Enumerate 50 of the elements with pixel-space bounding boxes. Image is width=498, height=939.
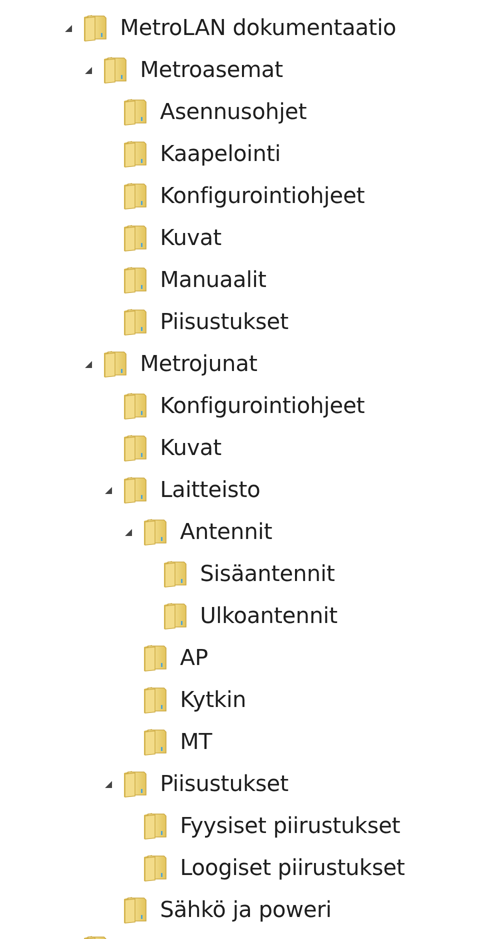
folder-label[interactable]: Laitteisto bbox=[160, 478, 260, 502]
folder-label[interactable]: Sähkö ja poweri bbox=[160, 898, 332, 922]
folder-label[interactable]: AP bbox=[180, 646, 208, 670]
folder-icon bbox=[142, 854, 168, 882]
folder-icon bbox=[142, 812, 168, 840]
folder-icon bbox=[142, 728, 168, 756]
folder-icon bbox=[142, 644, 168, 672]
folder-icon bbox=[122, 98, 148, 126]
folder-icon bbox=[142, 686, 168, 714]
collapse-arrow-icon[interactable] bbox=[64, 24, 72, 32]
folder-label[interactable]: Kuvat bbox=[160, 226, 222, 250]
folder-icon bbox=[122, 392, 148, 420]
folder-icon bbox=[122, 476, 148, 504]
folder-icon bbox=[122, 224, 148, 252]
folder-label[interactable]: Konfigurointiohjeet bbox=[160, 394, 365, 418]
collapse-arrow-icon[interactable] bbox=[84, 360, 92, 368]
collapse-arrow-icon[interactable] bbox=[84, 66, 92, 74]
folder-label[interactable]: Kaapelointi bbox=[160, 142, 281, 166]
folder-icon bbox=[122, 266, 148, 294]
folder-icon bbox=[102, 56, 128, 84]
folder-label[interactable]: Piisustukset bbox=[160, 310, 288, 334]
folder-icon bbox=[82, 14, 108, 42]
folder-icon bbox=[122, 182, 148, 210]
folder-label[interactable]: Asennusohjet bbox=[160, 100, 307, 124]
folder-icon bbox=[162, 602, 188, 630]
folder-icon bbox=[142, 518, 168, 546]
folder-icon bbox=[122, 140, 148, 168]
folder-icon bbox=[162, 560, 188, 588]
collapse-arrow-icon[interactable] bbox=[104, 780, 112, 788]
folder-icon bbox=[122, 434, 148, 462]
folder-label[interactable]: Manuaalit bbox=[160, 268, 266, 292]
folder-label[interactable]: Kuvat bbox=[160, 436, 222, 460]
folder-label[interactable]: MetroLAN dokumentaatio bbox=[120, 16, 396, 40]
collapse-arrow-icon[interactable] bbox=[104, 486, 112, 494]
collapse-arrow-icon[interactable] bbox=[124, 528, 132, 536]
folder-label[interactable]: Fyysiset piirustukset bbox=[180, 814, 400, 838]
folder-icon bbox=[102, 350, 128, 378]
folder-label[interactable]: Piisustukset bbox=[160, 772, 288, 796]
folder-label[interactable]: Metrojunat bbox=[140, 352, 258, 376]
folder-label[interactable]: Metroasemat bbox=[140, 58, 283, 82]
folder-icon bbox=[122, 308, 148, 336]
folder-label[interactable]: MT bbox=[180, 730, 212, 754]
folder-icon bbox=[122, 770, 148, 798]
folder-label[interactable]: Antennit bbox=[180, 520, 272, 544]
folder-label[interactable]: Ulkoantennit bbox=[200, 604, 338, 628]
folder-label[interactable]: Kytkin bbox=[180, 688, 246, 712]
folder-icon bbox=[122, 896, 148, 924]
folder-label[interactable]: Loogiset piirustukset bbox=[180, 856, 405, 880]
folder-label[interactable]: Konfigurointiohjeet bbox=[160, 184, 365, 208]
folder-label[interactable]: Sisäantennit bbox=[200, 562, 335, 586]
